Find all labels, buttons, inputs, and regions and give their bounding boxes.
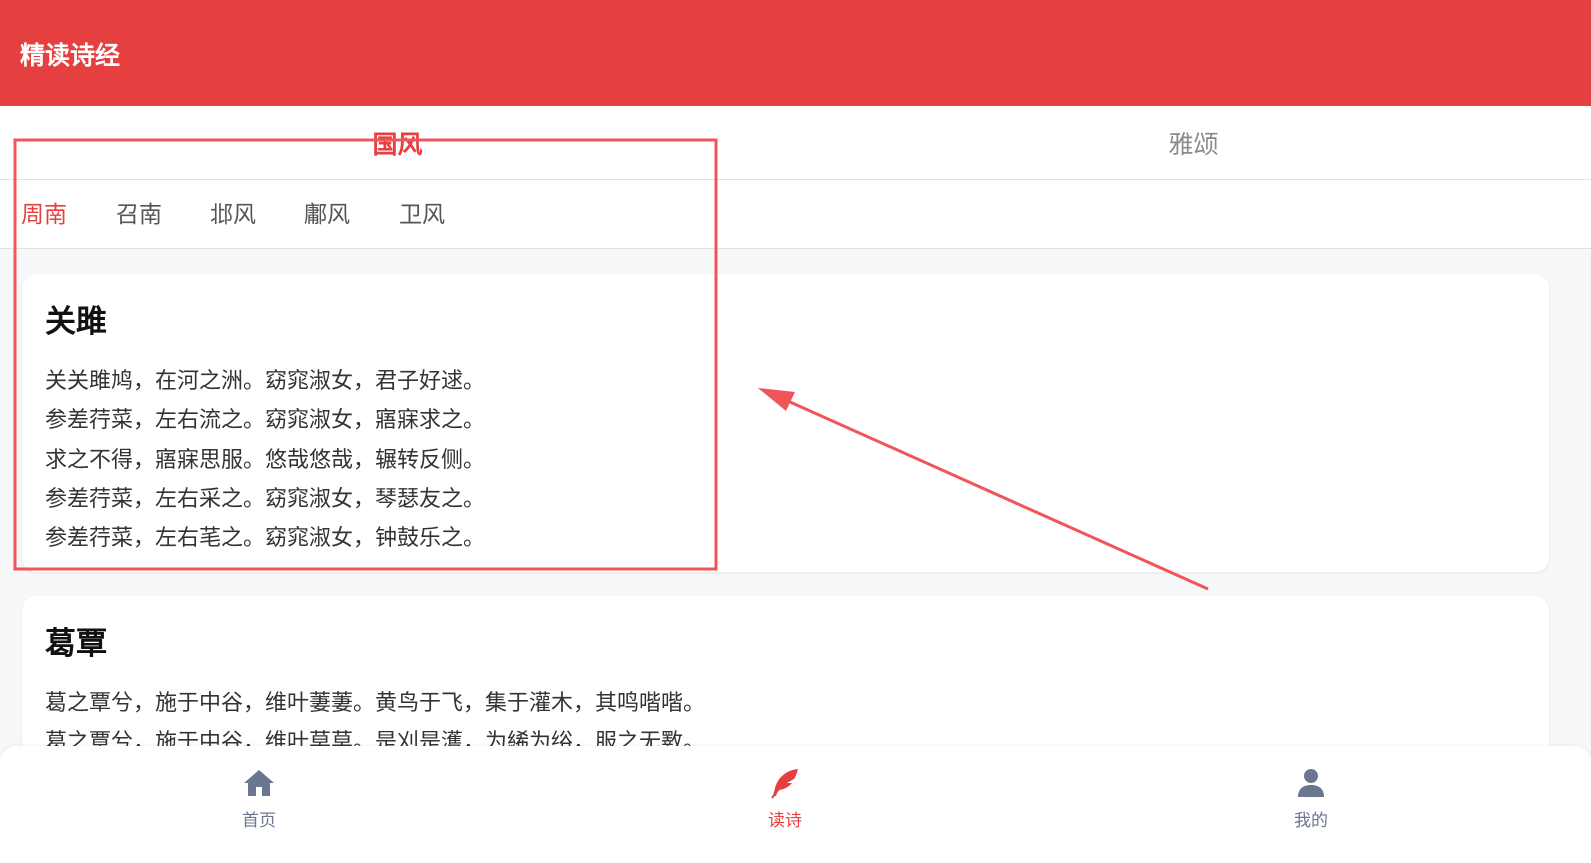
nav-home-label: 首页: [242, 811, 276, 831]
nav-home[interactable]: 首页: [199, 766, 319, 846]
poem-line: 求之不得，寤寐思服。悠哉悠哉，辗转反侧。: [45, 447, 486, 473]
subtab-yongfeng[interactable]: 鄘风: [304, 180, 350, 248]
home-icon: [244, 770, 274, 796]
poem-line: 参差荇菜，左右采之。窈窕淑女，琴瑟友之。: [45, 486, 486, 512]
poem-text: 葛之覃兮，施于中谷，维叶萋萋。黄鸟于飞，集于灌木，其鸣喈喈。 葛之覃兮，施于中谷…: [45, 684, 705, 746]
nav-me-label: 我的: [1294, 811, 1328, 831]
poem-card[interactable]: 关雎 关关雎鸠，在河之洲。窈窕淑女，君子好逑。 参差荇菜，左右流之。窈窕淑女，寤…: [22, 274, 1549, 572]
user-icon: [1298, 769, 1324, 797]
tab-guofeng[interactable]: 国风: [0, 106, 795, 179]
poem-title: 关雎: [45, 304, 107, 340]
category-tabs: 国风 雅颂: [0, 106, 1591, 180]
tab-yasong[interactable]: 雅颂: [796, 106, 1591, 179]
poem-line: 关关雎鸠，在河之洲。窈窕淑女，君子好逑。: [45, 369, 486, 394]
poem-line: 葛之覃兮，施于中谷，维叶莫莫。是刈是濩，为絺为绤，服之无斁。: [45, 730, 706, 746]
poem-title: 葛覃: [45, 626, 107, 662]
nav-read[interactable]: 读诗: [725, 766, 845, 846]
nav-read-label: 读诗: [768, 811, 802, 831]
bottom-nav: 首页 读诗 我的: [0, 746, 1591, 863]
subtab-zhounan[interactable]: 周南: [21, 180, 67, 248]
poem-line: 葛之覃兮，施于中谷，维叶萋萋。黄鸟于飞，集于灌木，其鸣喈喈。: [45, 691, 706, 716]
poem-list[interactable]: 关雎 关关雎鸠，在河之洲。窈窕淑女，君子好逑。 参差荇菜，左右流之。窈窕淑女，寤…: [0, 249, 1591, 746]
subtab-beifeng[interactable]: 邶风: [210, 180, 256, 248]
subcategory-tabs: 周南 召南 邶风 鄘风 卫风: [0, 180, 1591, 249]
feather-icon: [771, 769, 798, 799]
poem-text: 关关雎鸠，在河之洲。窈窕淑女，君子好逑。 参差荇菜，左右流之。窈窕淑女，寤寐求之…: [45, 362, 485, 558]
nav-me[interactable]: 我的: [1251, 766, 1371, 846]
app-title: 精读诗经: [20, 41, 121, 70]
app-bar: 精读诗经: [0, 0, 1591, 106]
subtab-shaonan[interactable]: 召南: [116, 180, 162, 248]
poem-line: 参差荇菜，左右芼之。窈窕淑女，钟鼓乐之。: [45, 526, 486, 552]
poem-card[interactable]: 葛覃 葛之覃兮，施于中谷，维叶萋萋。黄鸟于飞，集于灌木，其鸣喈喈。 葛之覃兮，施…: [22, 596, 1549, 746]
app-root: 精读诗经 国风 雅颂 周南 召南 邶风 鄘风 卫风 关雎 关关雎鸠，在河之洲。窈…: [0, 0, 1591, 863]
subtab-weifeng[interactable]: 卫风: [399, 180, 445, 248]
poem-line: 参差荇菜，左右流之。窈窕淑女，寤寐求之。: [45, 408, 486, 434]
